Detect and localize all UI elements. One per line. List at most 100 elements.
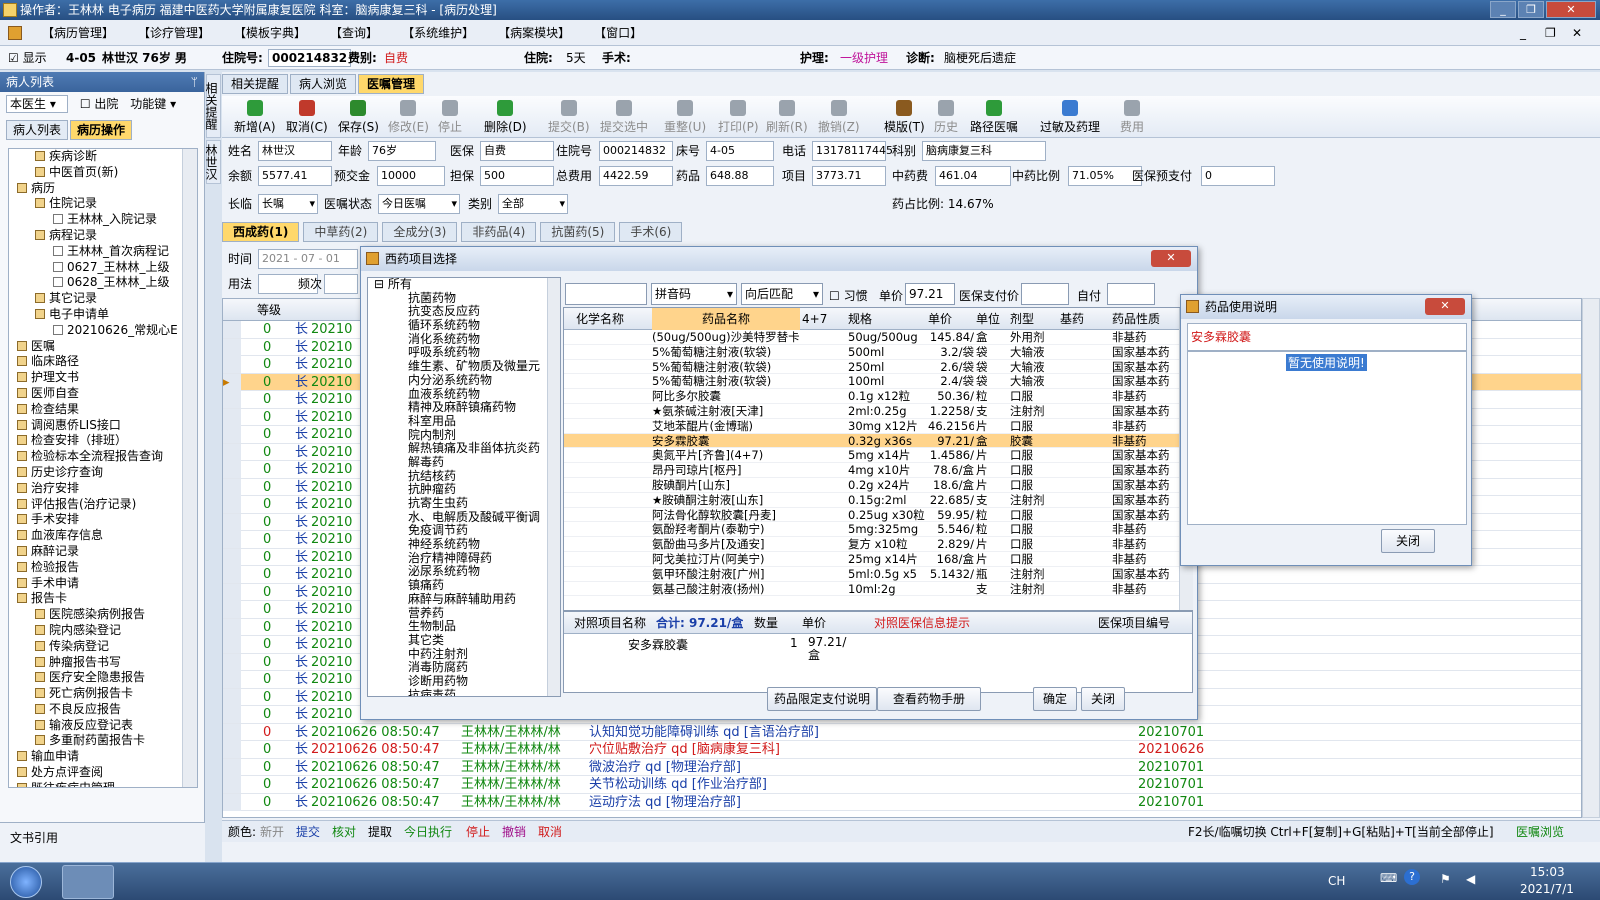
tree-root[interactable]: ⊟ 所有 <box>368 278 560 292</box>
menu-item-4[interactable]: 【系统维护】 <box>390 20 486 46</box>
tree-node[interactable]: 输液反应登记表 <box>9 718 197 734</box>
tray-help-icon[interactable]: ? <box>1404 869 1420 885</box>
drug-row[interactable]: 5%葡萄糖注射液(软袋) 100ml 2.4/袋袋大输液 国家基本药 <box>564 374 1192 390</box>
toolbar-button-2[interactable]: 保存(S) <box>338 98 379 135</box>
tree-node[interactable]: 死亡病例报告卡 <box>9 686 197 702</box>
tree-node[interactable]: 0628_王林林_上级 <box>9 275 197 291</box>
drug-manual-button[interactable]: 查看药物手册 <box>877 687 981 711</box>
tab-record-operation[interactable]: 病历操作 <box>70 120 133 140</box>
drug-row[interactable]: 阿法骨化醇软胶囊[丹麦] 0.25ug x30粒 59.95/粒口服 国家基本药 <box>564 508 1192 523</box>
subtab-5[interactable]: 手术(6) <box>619 222 683 242</box>
tree-node[interactable]: 报告卡 <box>9 591 197 607</box>
category-item[interactable]: 消毒防腐药 <box>368 661 560 675</box>
tree-node[interactable]: 历史诊疗查询 <box>9 465 197 481</box>
tree-node[interactable]: 多重耐药菌报告卡 <box>9 733 197 749</box>
usage-dialog-close-icon[interactable]: ✕ <box>1425 298 1465 315</box>
tray-volume-icon[interactable]: ◀ <box>1466 872 1475 886</box>
usage-close-button[interactable]: 关闭 <box>1381 529 1435 553</box>
habit-checkbox[interactable]: ☐ 习惯 <box>829 287 868 304</box>
tree-node[interactable]: 疾病诊断 <box>9 149 197 165</box>
tree-node[interactable]: 病历 <box>9 181 197 197</box>
category-item[interactable]: 神经系统药物 <box>368 537 560 552</box>
drug-row[interactable]: 阿比多尔胶囊 0.1g x12粒 50.36/粒口服 非基药 <box>564 389 1192 404</box>
drug-row[interactable]: (50ug/500ug)沙美特罗替卡 50ug/500ug 145.84/盒外用剂非… <box>564 330 1192 345</box>
drug-row[interactable]: ★氨茶碱注射液[天津] 2ml:0.25g 1.2258/支注射剂 国家基本药 <box>564 404 1192 419</box>
tree-scrollbar[interactable] <box>182 149 197 787</box>
grid-scrollbar[interactable] <box>1582 298 1600 818</box>
toolbar-button-15[interactable]: 过敏及药理 <box>1040 98 1100 135</box>
tree-node[interactable]: 检查结果 <box>9 402 197 418</box>
table-row[interactable]: 0 长 20210626 08:50:47 王林林/王林林/林 运动疗法 qd [物理治… <box>223 793 1581 811</box>
subtab-3[interactable]: 非药品(4) <box>461 222 537 242</box>
doctor-select[interactable]: 本医生 ▾ <box>6 95 68 113</box>
drug-dialog-close-icon[interactable]: ✕ <box>1151 250 1191 267</box>
tree-node[interactable]: 医师自查 <box>9 386 197 402</box>
tree-node[interactable]: 医嘱 <box>9 339 197 355</box>
freq-input[interactable] <box>324 274 358 294</box>
tree-node[interactable]: 医疗安全隐患报告 <box>9 670 197 686</box>
category-item[interactable]: 维生素、矿物质及微量元 <box>368 359 560 374</box>
category-item[interactable]: 抗变态反应药 <box>368 305 560 319</box>
discharge-checkbox[interactable]: ☐ 出院 <box>80 97 119 111</box>
drug-row[interactable]: 阿戈美拉汀片(阿美宁) 25mg x14片 168/盒片口服 非基药 <box>564 552 1192 567</box>
category-item[interactable]: 免疫调节药 <box>368 524 560 538</box>
category-item[interactable]: 消化系统药物 <box>368 332 560 347</box>
tree-node[interactable]: 20210626_常规心E <box>9 323 197 339</box>
usage-text-area[interactable]: 暂无使用说明! <box>1187 351 1467 525</box>
confirm-button[interactable]: 确定 <box>1033 687 1077 711</box>
tree-node[interactable]: 检验标本全流程报告查询 <box>9 449 197 465</box>
insurance-price-input[interactable] <box>1021 283 1069 305</box>
input-language[interactable]: CH <box>1328 874 1345 888</box>
category-item[interactable]: 诊断用药物 <box>368 674 560 689</box>
drug-row[interactable]: 氨酚羟考酮片(泰勒宁) 5mg:325mg 5.546/粒口服 非基药 <box>564 522 1192 538</box>
tree-node[interactable]: 手术安排 <box>9 512 197 528</box>
toolbar-button-14[interactable]: 路径医嘱 <box>970 98 1018 135</box>
restore-button[interactable]: ❐ <box>1518 1 1544 18</box>
close-window-button[interactable]: ✕ <box>1546 1 1596 18</box>
tray-keyboard-icon[interactable]: ⌨ <box>1380 871 1397 885</box>
match-mode-select[interactable]: 向后匹配 ▾ <box>741 283 823 305</box>
subtab-0[interactable]: 西成药(1) <box>222 222 300 242</box>
category-item[interactable]: 泌尿系统药物 <box>368 565 560 579</box>
category-item[interactable]: 营养药 <box>368 606 560 621</box>
tree-node[interactable]: 检查安排（排班） <box>9 433 197 449</box>
order-status-select[interactable]: 今日医嘱 ▾ <box>378 194 460 214</box>
menu-item-0[interactable]: 【病历管理】 <box>30 20 126 46</box>
doc-reference-label[interactable]: 文书引用 <box>10 831 58 845</box>
category-item[interactable]: 科室用品 <box>368 414 560 429</box>
category-item[interactable]: 生物制品 <box>368 619 560 634</box>
tree-node[interactable]: 手术申请 <box>9 576 197 592</box>
app-menu-icon[interactable] <box>8 26 22 40</box>
tree-node[interactable]: 调阅惠侨LIS接口 <box>9 418 197 434</box>
drug-row[interactable]: 5%葡萄糖注射液(软袋) 500ml 3.2/袋袋大输液 国家基本药 <box>564 345 1192 360</box>
function-key-menu[interactable]: 功能键 ▾ <box>130 97 176 111</box>
tree-node[interactable]: 住院记录 <box>9 196 197 212</box>
category-item[interactable]: 内分泌系统药物 <box>368 373 560 388</box>
tab-0[interactable]: 相关提醒 <box>222 74 289 94</box>
tree-node[interactable]: 中医首页(新) <box>9 165 197 181</box>
category-item[interactable]: 循环系统药物 <box>368 318 560 333</box>
tree-node[interactable]: 输血申请 <box>9 749 197 765</box>
toolbar-button-0[interactable]: 新增(A) <box>234 98 276 135</box>
tree-node[interactable]: 0627_王林林_上级 <box>9 260 197 276</box>
drug-dialog-close-button[interactable]: 关闭 <box>1081 687 1125 711</box>
category-item[interactable]: 抗寄生虫药 <box>368 496 560 511</box>
drug-row[interactable]: ★胺碘酮注射液[山东] 0.15g:2ml 22.685/支注射剂 国家基本药 <box>564 493 1192 508</box>
table-row[interactable]: 0 长 20210626 08:50:47 王林林/王林林/林 穴位贴敷治疗 qd [脑… <box>223 741 1581 759</box>
menu-item-1[interactable]: 【诊疗管理】 <box>126 20 222 46</box>
category-item[interactable]: 其它类 <box>368 633 560 648</box>
tree-node[interactable]: 病程记录 <box>9 228 197 244</box>
selected-item-row[interactable]: 安多霖胶囊 1 97.21/盒 <box>564 634 1192 664</box>
minimize-button[interactable]: _ <box>1490 1 1516 18</box>
drug-row[interactable]: 5%葡萄糖注射液(软袋) 250ml 2.6/袋袋大输液 国家基本药 <box>564 360 1192 375</box>
tree-node[interactable]: 临床路径 <box>9 354 197 370</box>
taskbar-app-icon[interactable] <box>62 865 114 899</box>
tree-node[interactable]: 王林林_入院记录 <box>9 212 197 228</box>
drug-row[interactable]: 氨甲环酸注射液[广州] 5ml:0.5g x5 5.1432/瓶注射剂 国家基本药 <box>564 567 1192 582</box>
tree-node[interactable]: 其它记录 <box>9 291 197 307</box>
limit-payment-button[interactable]: 药品限定支付说明 <box>767 687 877 711</box>
category-scrollbar[interactable] <box>547 278 560 696</box>
tray-flag-icon[interactable]: ⚑ <box>1440 872 1451 886</box>
mdi-close-icon[interactable]: ✕ <box>1572 20 1582 46</box>
tab-2[interactable]: 医嘱管理 <box>358 74 425 94</box>
